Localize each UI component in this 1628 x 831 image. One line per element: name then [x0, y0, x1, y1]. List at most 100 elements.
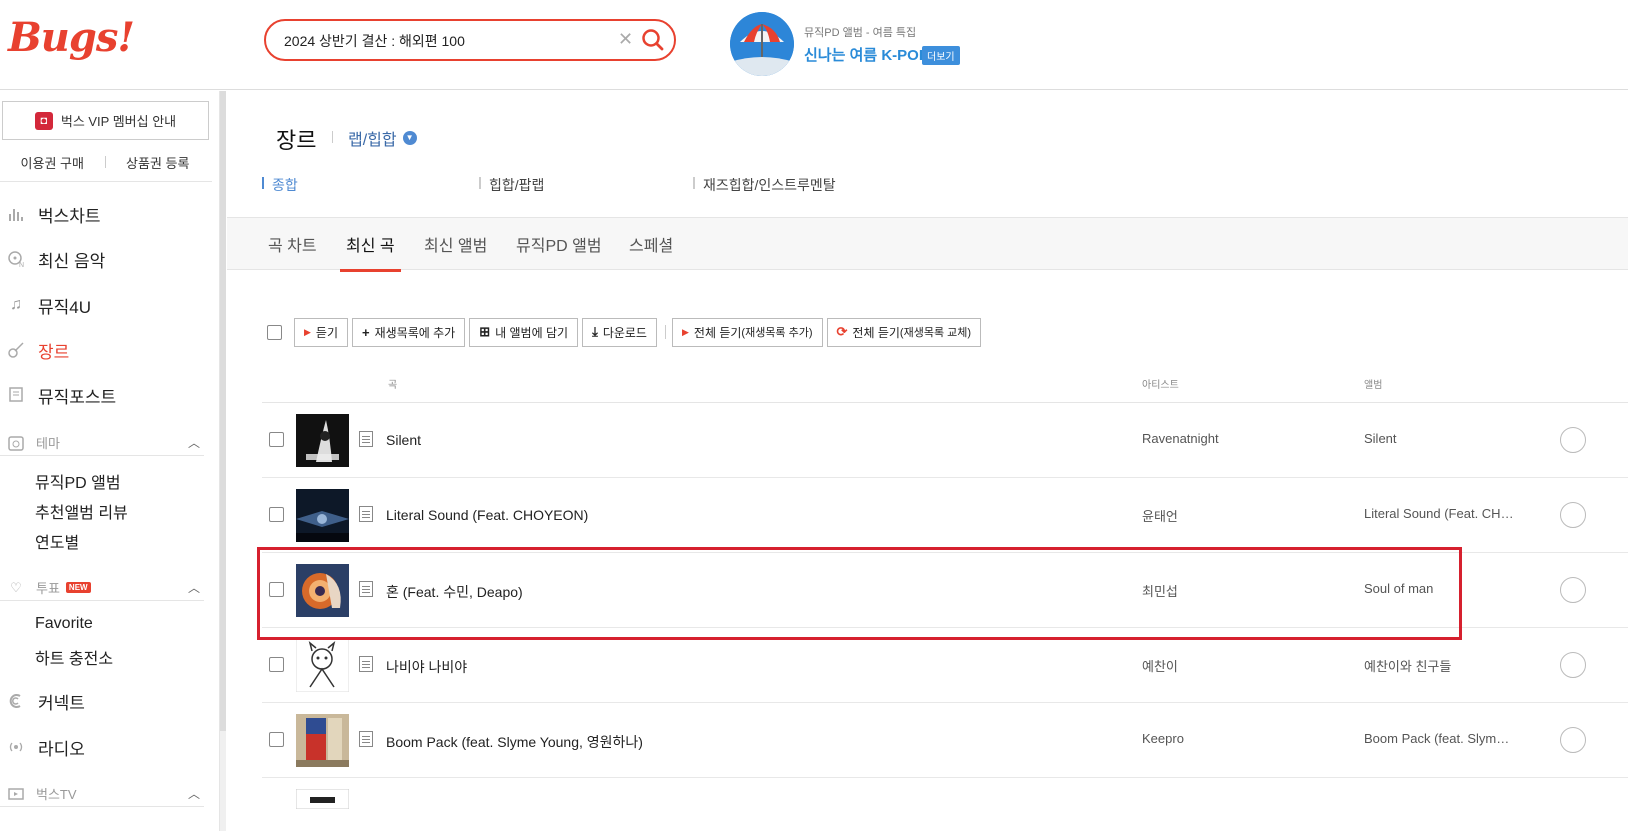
lyrics-icon[interactable]: [359, 431, 373, 447]
track-album[interactable]: Soul of man: [1364, 581, 1514, 596]
track-album[interactable]: 예찬이와 친구들: [1364, 656, 1514, 675]
table-row[interactable]: Boom Pack (feat. Slyme Young, 영원하나) Keep…: [262, 703, 1628, 778]
sidebar-item-music-post[interactable]: 뮤직포스트: [0, 380, 212, 410]
table-row[interactable]: Silent Ravenatnight Silent: [262, 403, 1628, 478]
album-cover[interactable]: [296, 639, 349, 692]
table-row[interactable]: 혼 (Feat. 수민, Deapo) 최민섭 Soul of man: [262, 553, 1628, 628]
track-title[interactable]: Boom Pack (feat. Slyme Young, 영원하나): [386, 732, 643, 752]
tab-latest-songs[interactable]: 최신 곡: [340, 232, 401, 272]
album-cover[interactable]: [296, 714, 349, 767]
promo-more-button[interactable]: 더보기: [922, 46, 960, 65]
listen-button[interactable]: ▶ 듣기: [294, 317, 349, 347]
scrollbar-thumb[interactable]: [220, 91, 226, 731]
lyrics-icon[interactable]: [359, 506, 373, 522]
table-row[interactable]: Literal Sound (Feat. CHOYEON) 윤태언 Litera…: [262, 478, 1628, 553]
lyrics-icon[interactable]: [359, 731, 373, 747]
play-icon: ▶: [681, 326, 689, 337]
chart-icon: [4, 202, 28, 226]
row-checkbox[interactable]: [269, 657, 284, 672]
sidebar-item-music4u[interactable]: ♫ 뮤직4U: [0, 290, 212, 320]
track-artist[interactable]: 최민섭: [1142, 581, 1178, 600]
album-cover[interactable]: [296, 414, 349, 467]
track-artist[interactable]: Keepro: [1142, 731, 1184, 746]
table-header: 곡 아티스트 앨범: [262, 369, 1628, 403]
sidebar-item-label: 커넥트: [38, 693, 85, 713]
album-cover[interactable]: [296, 489, 349, 542]
download-button[interactable]: ⤓ 다운로드: [582, 317, 657, 347]
table-row[interactable]: [262, 778, 1628, 831]
track-album[interactable]: Boom Pack (feat. Slyme …: [1364, 731, 1514, 746]
gift-card-link[interactable]: 상품권 등록: [106, 153, 211, 172]
new-badge: NEW: [65, 582, 91, 593]
sidebar-item-favorite[interactable]: Favorite: [35, 615, 93, 633]
track-artist[interactable]: 예찬이: [1142, 656, 1178, 675]
promo-banner[interactable]: 뮤직PD 앨범 - 여름 특집 신나는 여름 K-POP 더보기: [730, 12, 970, 76]
chevron-up-icon[interactable]: ︿: [188, 579, 200, 596]
play-icon[interactable]: [1560, 652, 1586, 678]
track-album[interactable]: Literal Sound (Feat. CH…: [1364, 506, 1514, 521]
sidebar-item-radio[interactable]: 라디오: [0, 732, 212, 762]
sidebar-item-album-review[interactable]: 추천앨범 리뷰: [35, 499, 128, 523]
sidebar-item-heart-charge[interactable]: 하트 충전소: [35, 645, 113, 669]
subgenre-jazzhiphop[interactable]: 재즈힙합/인스트루멘탈: [693, 175, 836, 195]
sidebar-item-by-year[interactable]: 연도별: [35, 529, 79, 553]
sidebar-item-bugs-chart[interactable]: 벅스차트: [0, 199, 212, 229]
row-checkbox[interactable]: [269, 507, 284, 522]
play-all-replace-button[interactable]: ⟳ 전체 듣기 (재생목록 교체): [826, 317, 982, 347]
button-label: 전체 듣기: [693, 325, 742, 340]
chevron-up-icon[interactable]: ︿: [188, 434, 200, 451]
table-row[interactable]: 나비야 나비야 예찬이 예찬이와 친구들: [262, 628, 1628, 703]
genre-dropdown[interactable]: 랩/힙합 ▼: [348, 126, 417, 150]
track-artist[interactable]: Ravenatnight: [1142, 431, 1219, 446]
chevron-up-icon[interactable]: ︿: [188, 785, 200, 802]
lyrics-icon[interactable]: [359, 656, 373, 672]
vip-membership-button[interactable]: ◘ 벅스 VIP 멤버십 안내: [2, 101, 209, 140]
button-label: 듣기: [315, 325, 339, 340]
play-icon[interactable]: [1560, 577, 1586, 603]
tab-song-chart[interactable]: 곡 차트: [268, 232, 317, 269]
track-title[interactable]: 나비야 나비야: [386, 657, 467, 677]
track-title[interactable]: 혼 (Feat. 수민, Deapo): [386, 582, 523, 602]
add-to-my-album-button[interactable]: ⊞ 내 앨범에 담기: [469, 317, 579, 347]
heart-icon: ♡: [10, 579, 22, 595]
bugs-logo[interactable]: Bugs!: [8, 14, 135, 61]
tab-musicpd-albums[interactable]: 뮤직PD 앨범: [516, 232, 602, 269]
track-title[interactable]: Literal Sound (Feat. CHOYEON): [386, 507, 588, 523]
sidebar-item-connect[interactable]: 커넥트: [0, 686, 212, 716]
sidebar-item-genre[interactable]: 장르: [0, 335, 212, 365]
sidebar-item-new-music[interactable]: N 최신 음악: [0, 244, 212, 274]
select-all-checkbox[interactable]: [267, 324, 282, 340]
add-to-playlist-button[interactable]: + 재생목록에 추가: [352, 317, 466, 347]
divider: [664, 325, 666, 339]
sidebar-item-label: 뮤직4U: [38, 297, 92, 317]
buy-pass-link[interactable]: 이용권 구매: [0, 153, 105, 172]
track-title[interactable]: Silent: [386, 432, 421, 448]
subgenre-hiphop-poprap[interactable]: 힙합/팝랩: [479, 175, 544, 195]
tab-special[interactable]: 스페셜: [629, 232, 673, 269]
row-checkbox[interactable]: [269, 582, 284, 597]
lyrics-icon[interactable]: [359, 581, 373, 597]
genre-value: 랩/힙합: [348, 132, 397, 149]
row-checkbox[interactable]: [269, 732, 284, 747]
page-title: 장르: [276, 128, 317, 153]
tab-latest-albums[interactable]: 최신 앨범: [424, 232, 487, 269]
search-input[interactable]: [284, 30, 604, 52]
search-icon[interactable]: [640, 27, 666, 53]
section-label: 투표: [36, 581, 60, 596]
play-icon[interactable]: [1560, 502, 1586, 528]
connect-icon: [4, 689, 28, 713]
album-cover[interactable]: [296, 564, 349, 617]
track-artist[interactable]: 윤태언: [1142, 506, 1178, 525]
play-icon[interactable]: [1560, 727, 1586, 753]
close-icon[interactable]: ✕: [618, 29, 633, 50]
sidebar-item-musicpd-album[interactable]: 뮤직PD 앨범: [35, 469, 121, 493]
guitar-icon: [4, 338, 28, 362]
play-all-add-button[interactable]: ▶ 전체 듣기 (재생목록 추가): [671, 317, 823, 347]
sidebar-scrollbar[interactable]: [220, 91, 226, 831]
page: Bugs! ✕ 뮤직PD 앨범 - 여름 특집 신나는: [0, 0, 1628, 831]
album-cover[interactable]: [296, 789, 349, 809]
subgenre-all[interactable]: 종합: [262, 175, 298, 195]
row-checkbox[interactable]: [269, 432, 284, 447]
track-album[interactable]: Silent: [1364, 431, 1514, 446]
play-icon[interactable]: [1560, 427, 1586, 453]
